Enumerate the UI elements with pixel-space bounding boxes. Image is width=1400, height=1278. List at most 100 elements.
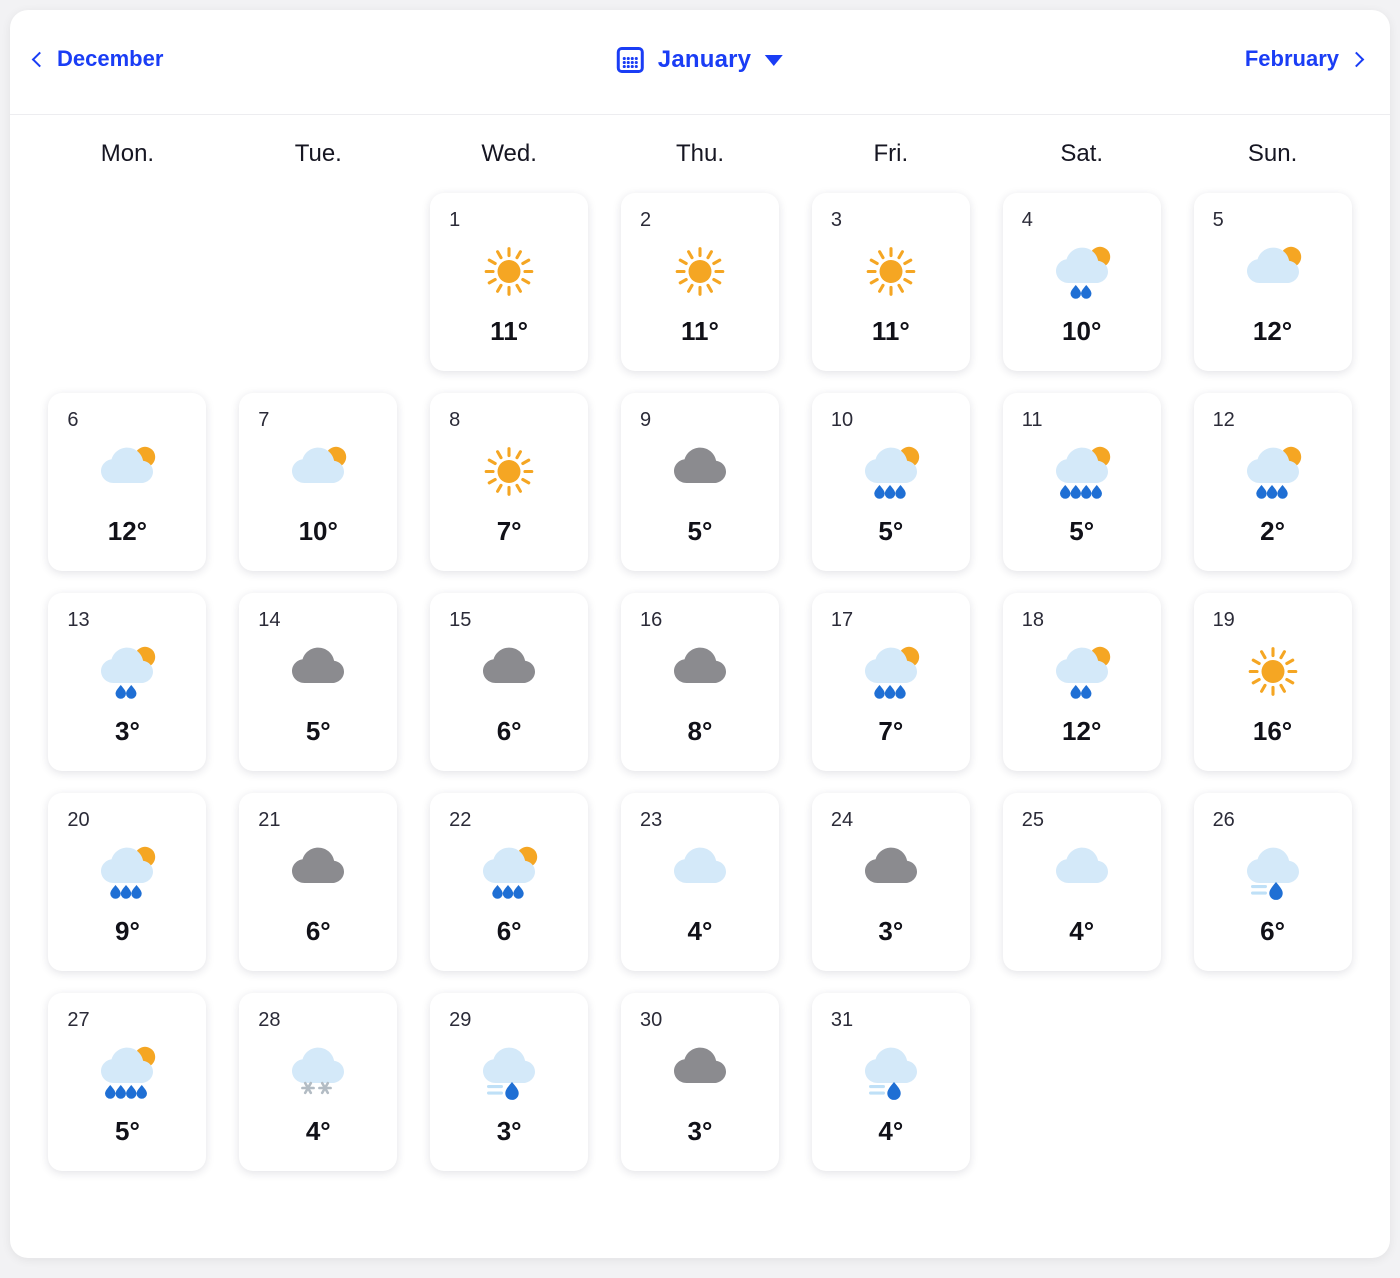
weather-calendar: December January February Mon.Tue.Wed.Th… [10,10,1390,1258]
day-number: 12 [1213,409,1235,432]
day-cell: 1916° [1177,593,1368,771]
day-card[interactable]: 216° [239,793,397,971]
day-number: 3 [831,209,842,232]
day-cell: 177° [795,593,986,771]
temperature-value: 3° [430,1116,588,1147]
cloud-sun-icon [1231,240,1315,302]
temperature-value: 11° [812,316,970,347]
day-number: 10 [831,409,853,432]
week-row: 133°145°156°168°177°1812°1916° [32,593,1368,771]
weekday-label-2: Wed. [414,140,605,168]
day-cell: 12 2° [1177,393,1368,571]
day-number: 18 [1022,609,1044,632]
day-card[interactable]: 11 5° [1003,393,1161,571]
cloud-sun-rain-icon [1231,440,1315,502]
day-cell: 87° [414,393,605,571]
day-card[interactable]: 12 2° [1194,393,1352,571]
chevron-right-icon [1349,51,1365,67]
day-card[interactable]: 243° [812,793,970,971]
day-card[interactable]: 133° [48,593,206,771]
day-cell: 226° [414,793,605,971]
week-row: 111°211° 3 11° 410°512° [32,193,1368,371]
month-selector[interactable]: January [617,46,783,74]
day-card[interactable]: 156° [430,593,588,771]
day-card[interactable]: 168° [621,593,779,771]
day-number: 7 [258,409,269,432]
day-card[interactable]: 87° [430,393,588,571]
temperature-value: 2° [1194,516,1352,547]
week-row: 275°284°293°303°314° [32,993,1368,1171]
cloud-sun-rain-icon [1040,440,1124,502]
temperature-value: 10° [239,516,397,547]
weekday-label-4: Fri. [795,140,986,168]
day-number: 21 [258,809,280,832]
day-cell: 284° [223,993,414,1171]
day-card[interactable]: 105° [812,393,970,571]
day-card[interactable]: 7 10° [239,393,397,571]
day-card[interactable]: 145° [239,593,397,771]
cloud-gray-icon [658,640,742,702]
day-card[interactable]: 612° [48,393,206,571]
day-number: 13 [67,609,89,632]
day-cell: 612° [32,393,223,571]
calendar-header: December January February [10,10,1390,115]
day-card[interactable]: 410° [1003,193,1161,371]
day-card[interactable]: 314° [812,993,970,1171]
day-number: 24 [831,809,853,832]
temperature-value: 6° [1194,916,1352,947]
temperature-value: 4° [239,1116,397,1147]
chevron-down-icon [765,55,783,66]
temperature-value: 9° [48,916,206,947]
cloud-sun-rain-icon [467,840,551,902]
day-card[interactable]: 293° [430,993,588,1171]
day-card[interactable]: 1916° [1194,593,1352,771]
day-cell: 275° [32,993,223,1171]
cloud-sleet-icon [849,1040,933,1102]
day-card[interactable]: 177° [812,593,970,771]
day-cell: 410° [986,193,1177,371]
day-number: 4 [1022,209,1033,232]
day-card[interactable]: 26 6° [1194,793,1352,971]
sun-icon [849,240,933,302]
sun-icon [467,440,551,502]
day-cell: 314° [795,993,986,1171]
temperature-value: 7° [812,716,970,747]
day-card[interactable]: 512° [1194,193,1352,371]
day-card[interactable]: 303° [621,993,779,1171]
day-card[interactable]: 226° [430,793,588,971]
day-card[interactable]: 1812° [1003,593,1161,771]
next-month-button[interactable]: February [1245,46,1362,72]
weekday-header-row: Mon.Tue.Wed.Thu.Fri.Sat.Sun. [10,115,1390,193]
day-cell: 1812° [986,593,1177,771]
day-card[interactable]: 95° [621,393,779,571]
day-number: 14 [258,609,280,632]
day-card[interactable]: 111° [430,193,588,371]
day-cell: 145° [223,593,414,771]
day-card[interactable]: 209° [48,793,206,971]
cloud-snow-icon [276,1040,360,1102]
day-card[interactable]: 211° [621,193,779,371]
weekday-label-6: Sun. [1177,140,1368,168]
weekday-label-3: Thu. [605,140,796,168]
cloud-sleet-icon [1231,840,1315,902]
day-card[interactable]: 254° [1003,793,1161,971]
day-cell: 254° [986,793,1177,971]
cloud-gray-icon [658,1040,742,1102]
temperature-value: 5° [1003,516,1161,547]
day-number: 26 [1213,809,1235,832]
day-card[interactable]: 234° [621,793,779,971]
day-number: 31 [831,1009,853,1032]
day-card[interactable]: 3 11° [812,193,970,371]
day-card[interactable]: 284° [239,993,397,1171]
day-number: 1 [449,209,460,232]
temperature-value: 5° [48,1116,206,1147]
day-cell: 111° [414,193,605,371]
cloud-gray-icon [276,840,360,902]
day-number: 11 [1022,409,1043,432]
day-cell: 3 11° [795,193,986,371]
prev-month-button[interactable]: December [34,46,163,72]
day-cell: 26 6° [1177,793,1368,971]
weekday-label-5: Sat. [986,140,1177,168]
day-card[interactable]: 275° [48,993,206,1171]
cloud-sun-rain-icon [1040,640,1124,702]
